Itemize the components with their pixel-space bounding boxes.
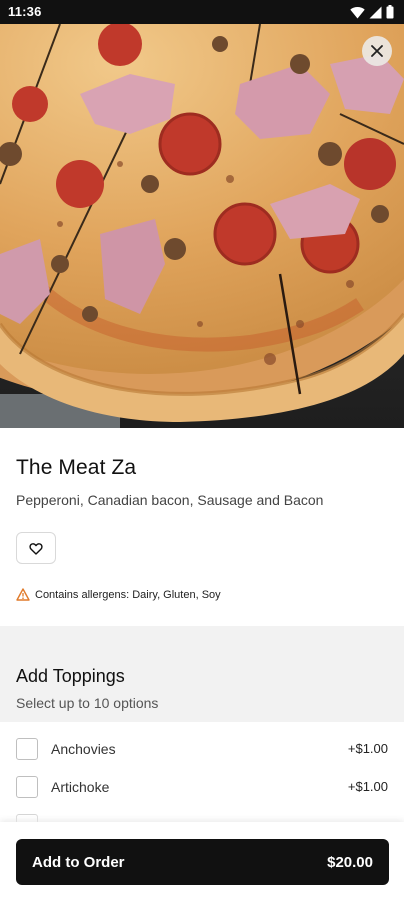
add-to-order-label: Add to Order — [32, 853, 125, 871]
pizza-photo — [0, 24, 404, 428]
close-button[interactable] — [362, 36, 392, 66]
allergen-notice: Contains allergens: Dairy, Gluten, Soy — [16, 588, 221, 601]
order-total-price: $20.00 — [327, 853, 373, 871]
product-image — [0, 24, 404, 428]
product-description: Pepperoni, Canadian bacon, Sausage and B… — [16, 492, 324, 508]
topping-checkbox[interactable] — [16, 738, 38, 760]
signal-icon — [369, 6, 382, 19]
bottom-bar: Add to Order $20.00 — [0, 822, 404, 900]
topping-name: Anchovies — [51, 741, 116, 757]
add-to-order-button[interactable]: Add to Order $20.00 — [16, 839, 389, 885]
warning-icon — [16, 588, 30, 601]
topping-checkbox[interactable] — [16, 776, 38, 798]
section-title: Add Toppings — [16, 666, 125, 686]
topping-row[interactable]: Artichoke +$1.00 — [0, 760, 404, 798]
section-subtitle: Select up to 10 options — [16, 695, 159, 711]
product-info: The Meat Za Pepperoni, Canadian bacon, S… — [0, 428, 404, 626]
allergen-text: Contains allergens: Dairy, Gluten, Soy — [35, 588, 221, 601]
topping-price: +$1.00 — [347, 779, 388, 794]
status-bar: 11:36 — [0, 0, 404, 24]
favorite-button[interactable] — [16, 532, 56, 564]
toppings-header: Add Toppings Select up to 10 options — [0, 626, 404, 722]
topping-row[interactable]: Anchovies +$1.00 — [0, 722, 404, 760]
status-icons — [350, 5, 394, 19]
topping-price: +$1.00 — [347, 741, 388, 756]
heart-icon — [29, 542, 43, 555]
product-title: The Meat Za — [16, 456, 137, 479]
battery-icon — [386, 5, 394, 19]
topping-name: Artichoke — [51, 779, 110, 795]
wifi-icon — [350, 6, 365, 19]
status-time: 11:36 — [8, 4, 42, 19]
close-icon — [371, 45, 383, 57]
